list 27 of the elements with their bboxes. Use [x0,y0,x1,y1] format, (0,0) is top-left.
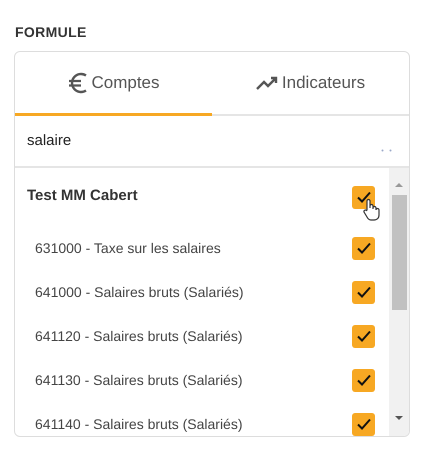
group-label: Test MM Cabert [27,186,139,206]
checkbox[interactable] [352,368,375,392]
hand-cursor-icon [361,198,381,222]
scrollbar[interactable] [389,168,409,436]
account-label: 641000 - Salaires bruts (Salariés) [35,282,245,302]
account-label: 641130 - Salaires bruts (Salariés) [35,370,244,390]
checkmark-icon [356,416,372,432]
dots-icon [381,148,393,152]
checkmark-icon [356,328,372,344]
tab[interactable]: Indicateurs [212,52,409,116]
checkmark-icon [356,372,372,388]
account-label: 641140 - Salaires bruts (Salariés) [35,414,244,434]
trend-icon [256,74,280,90]
checkmark-icon [356,189,372,205]
section-title: FORMULE [15,23,88,42]
account-label: 641120 - Salaires bruts (Salariés) [35,326,244,346]
search-field[interactable]: salaire [27,130,381,152]
checkbox[interactable] [352,236,375,260]
euro-icon [67,70,90,94]
checkbox[interactable] [352,412,375,436]
tab[interactable]: Comptes [15,52,212,116]
checkbox[interactable] [352,280,375,304]
checkbox[interactable] [352,186,375,208]
checkmark-icon [356,284,372,300]
account-label: 631000 - Taxe sur les salaires [35,238,222,258]
checkmark-icon [356,240,372,256]
checkbox[interactable] [352,324,375,348]
